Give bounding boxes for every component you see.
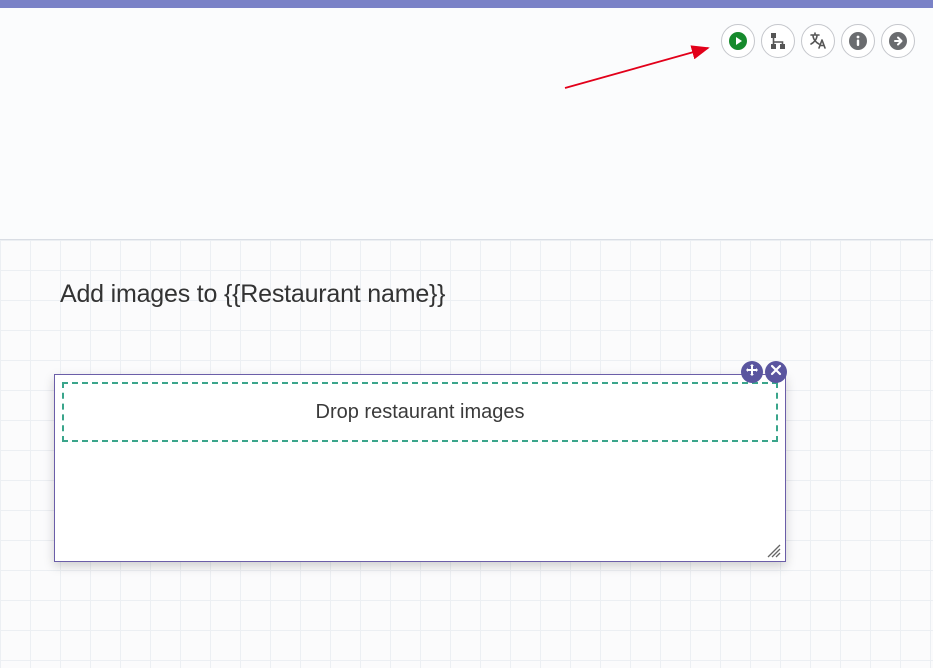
info-button[interactable] <box>841 24 875 58</box>
hierarchy-button[interactable] <box>761 24 795 58</box>
arrow-right-circle-icon <box>887 30 909 52</box>
translate-button[interactable] <box>801 24 835 58</box>
info-icon <box>847 30 869 52</box>
play-button[interactable] <box>721 24 755 58</box>
close-card-button[interactable] <box>765 361 787 383</box>
drop-zone-label: Drop restaurant images <box>316 401 525 424</box>
file-drop-zone[interactable]: Drop restaurant images <box>62 382 778 442</box>
close-icon <box>770 363 782 381</box>
hierarchy-icon <box>768 31 788 51</box>
design-canvas[interactable]: Add images to {{Restaurant name}} Drop r <box>0 240 933 668</box>
page-title: Add images to {{Restaurant name}} <box>60 280 933 309</box>
move-icon <box>745 363 759 382</box>
translate-icon <box>808 31 828 51</box>
editor-header <box>0 8 933 240</box>
window-top-accent <box>0 0 933 8</box>
card-controls <box>741 361 787 383</box>
move-handle[interactable] <box>741 361 763 383</box>
play-icon <box>727 30 749 52</box>
annotation-arrow <box>560 40 720 100</box>
upload-card[interactable]: Drop restaurant images <box>54 374 786 562</box>
next-button[interactable] <box>881 24 915 58</box>
editor-toolbar <box>721 24 915 58</box>
resize-grip-icon <box>765 542 781 558</box>
